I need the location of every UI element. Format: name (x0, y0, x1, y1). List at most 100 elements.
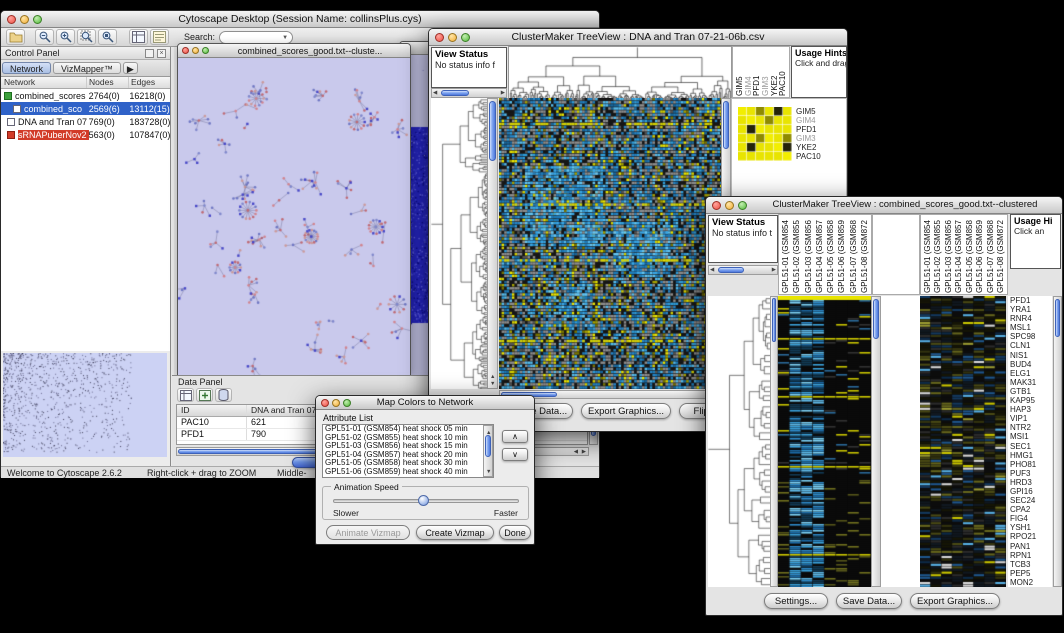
export-graphics-button[interactable]: Export Graphics... (910, 593, 1000, 609)
scroll-down-icon[interactable]: ▼ (486, 469, 491, 475)
search-combobox[interactable]: ▼ (219, 31, 293, 44)
zoom-out-button[interactable] (35, 29, 54, 45)
network-table-row[interactable]: combined_sco2569(6)13112(15) (1, 102, 170, 115)
move-up-button[interactable]: ∧ (502, 430, 528, 443)
tv1-correlation-matrix[interactable] (738, 107, 792, 161)
network-table-header: Network Nodes Edges (1, 77, 170, 89)
close-button[interactable] (7, 15, 16, 24)
create-attribute-button[interactable] (196, 388, 213, 402)
scroll-right-icon[interactable]: ▶ (772, 267, 776, 273)
zoom-window-button[interactable] (202, 47, 209, 54)
tab-vizmapper[interactable]: VizMapper™ (53, 62, 121, 74)
tv2-gene-label: SEC1 (1010, 442, 1052, 451)
network-window-1[interactable]: combined_scores_good.txt--cluste... (177, 43, 411, 375)
tv2-heatmap[interactable] (778, 296, 871, 587)
treeview1-titlebar[interactable]: ClusterMaker TreeView : DNA and Tran 07-… (429, 29, 847, 46)
minimize-button[interactable] (332, 399, 340, 407)
tv2-column-label: GPL51-06 (GSM859 (975, 216, 984, 293)
minimize-button[interactable] (20, 15, 29, 24)
attribute-list-scrollbar[interactable]: ▲ ▼ (483, 425, 493, 477)
table-icon (180, 390, 192, 401)
zoom-window-button[interactable] (343, 399, 351, 407)
map-colors-titlebar[interactable]: Map Colors to Network (316, 396, 534, 410)
close-button[interactable] (435, 33, 444, 42)
status-hint-zoom: Right-click + drag to ZOOM (147, 468, 256, 478)
attribute-store-button[interactable] (215, 388, 232, 402)
view-status-title: View Status (712, 217, 774, 228)
status-message: Welcome to Cytoscape 2.6.2 (7, 468, 122, 478)
slider-thumb[interactable] (418, 495, 429, 506)
save-data-button[interactable]: Save Data... (836, 593, 902, 609)
zoom-selected-button[interactable] (77, 29, 96, 45)
network-overview-thumbnail[interactable] (3, 353, 167, 457)
zoom-fit-button[interactable] (98, 29, 117, 45)
id-column-header[interactable]: ID (177, 405, 247, 416)
column-header-network[interactable]: Network (1, 77, 87, 88)
scroll-down-icon[interactable]: ▼ (490, 381, 495, 387)
tv2-row-dendrogram[interactable] (708, 296, 770, 587)
close-panel-icon[interactable]: × (157, 49, 166, 58)
open-folder-icon (9, 31, 23, 43)
done-button[interactable]: Done (499, 525, 531, 540)
export-graphics-button[interactable]: Export Graphics... (581, 403, 671, 419)
zoom-fit-icon (101, 30, 115, 44)
network-window-1-titlebar[interactable]: combined_scores_good.txt--cluste... (178, 44, 410, 58)
column-header-nodes[interactable]: Nodes (87, 77, 129, 88)
open-session-button[interactable] (6, 29, 25, 45)
minimize-button[interactable] (192, 47, 199, 54)
tv2-dendro-hscrollbar[interactable]: ◀ ▶ (708, 265, 778, 275)
tv1-column-dendrogram[interactable] (508, 46, 732, 100)
tab-network[interactable]: Network (2, 62, 51, 74)
tv2-gene-label: HAP3 (1010, 405, 1052, 414)
scroll-left-icon[interactable]: ◀ (433, 90, 437, 96)
tv1-heatmap[interactable] (499, 98, 721, 389)
treeview2-window[interactable]: ClusterMaker TreeView : combined_scores_… (705, 196, 1063, 616)
network-view-1[interactable] (178, 58, 410, 375)
tab-overflow-arrow[interactable]: ▶ (123, 62, 138, 74)
animation-speed-group: Animation Speed Slower Faster (322, 486, 529, 520)
tv2-heatmap-vscrollbar[interactable] (871, 296, 881, 587)
zoom-in-button[interactable] (56, 29, 75, 45)
close-button[interactable] (712, 201, 721, 210)
network-table-row[interactable]: combined_scores2764(0)16218(0) (1, 89, 170, 102)
gene-id-cell: PFD1 (177, 429, 247, 440)
minimize-button[interactable] (448, 33, 457, 42)
scroll-left-icon[interactable]: ◀ (574, 449, 578, 455)
tv2-column-label: GPL51-05 (GSM858 (826, 216, 835, 293)
column-header-edges[interactable]: Edges (129, 77, 170, 88)
tv1-dendro-vscrollbar[interactable]: ▲ ▼ (487, 98, 498, 389)
zoom-window-button[interactable] (461, 33, 470, 42)
scroll-up-icon[interactable]: ▲ (490, 374, 495, 380)
tv2-gene-vscrollbar[interactable] (1053, 296, 1062, 587)
usage-hints-title: Usage Hi (1014, 216, 1057, 226)
close-button[interactable] (182, 47, 189, 54)
minimize-button[interactable] (725, 201, 734, 210)
show-network-button[interactable] (129, 29, 148, 45)
tv2-secondary-heatmap[interactable] (920, 296, 1006, 587)
scroll-right-icon[interactable]: ▶ (501, 90, 505, 96)
annotation-button[interactable] (150, 29, 169, 45)
attribute-list[interactable]: GPL51-01 (GSM854) heat shock 05 minGPL51… (322, 424, 494, 478)
map-colors-dialog[interactable]: Map Colors to Network Attribute List GPL… (315, 395, 535, 545)
zoom-window-button[interactable] (738, 201, 747, 210)
close-button[interactable] (321, 399, 329, 407)
network-table-row[interactable]: DNA and Tran 07769(0)183728(0) (1, 115, 170, 128)
settings-button[interactable]: Settings... (764, 593, 828, 609)
create-vizmap-button[interactable]: Create Vizmap (416, 525, 494, 540)
move-down-button[interactable]: ∨ (502, 448, 528, 461)
cytoscape-titlebar[interactable]: Cytoscape Desktop (Session Name: collins… (1, 11, 599, 28)
network-table-row[interactable]: sRNAPuberNov2563(0)107847(0) (1, 128, 170, 141)
scroll-right-icon[interactable]: ▶ (582, 449, 586, 455)
attribute-list-item[interactable]: GPL51-07 (GSM868) heat shock 60 min (323, 477, 493, 478)
treeview2-titlebar[interactable]: ClusterMaker TreeView : combined_scores_… (706, 197, 1062, 214)
zoom-window-button[interactable] (33, 15, 42, 24)
float-panel-icon[interactable] (145, 49, 154, 58)
animate-vizmap-button[interactable]: Animate Vizmap (326, 525, 410, 540)
tv1-dendro-hscrollbar[interactable]: ◀ ▶ (431, 88, 507, 98)
tv1-row-dendrogram[interactable] (431, 98, 487, 389)
view-status-text: No status info f (435, 60, 503, 70)
tv2-dendro-vscrollbar[interactable] (770, 296, 778, 587)
scroll-left-icon[interactable]: ◀ (710, 267, 714, 273)
select-attributes-button[interactable] (177, 388, 194, 402)
tv2-column-labels-1: GPL51-01 (GSM854GPL51-02 (GSM855GPL51-03… (778, 214, 872, 295)
